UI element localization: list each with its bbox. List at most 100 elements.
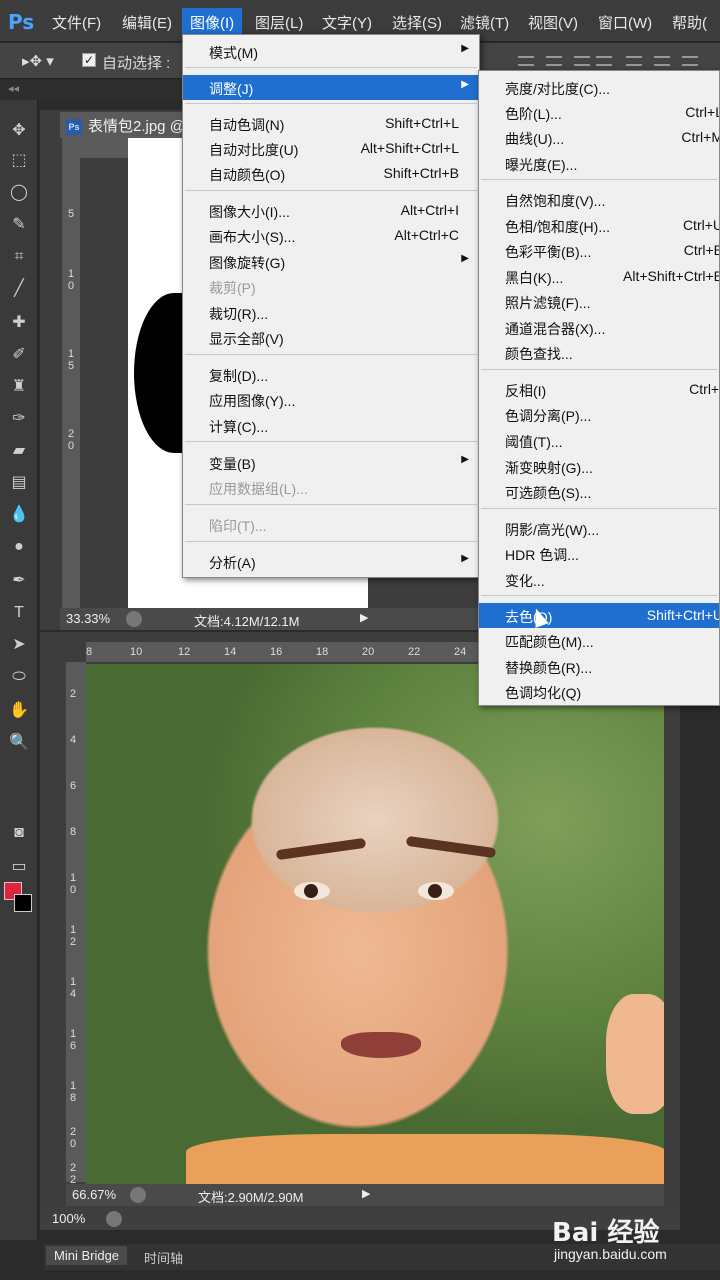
menu-item-auto-contrast[interactable]: 自动对比度(U) Alt+Shift+Ctrl+L <box>183 136 479 161</box>
brush-tool-icon[interactable]: ✐ <box>8 344 30 366</box>
menu-item-equalize[interactable]: 色调均化(Q) <box>479 679 719 704</box>
path-select-icon[interactable]: ➤ <box>8 634 30 656</box>
pen-tool-icon[interactable]: ✒ <box>8 570 30 592</box>
collapse-icon[interactable]: ◂◂ <box>8 82 19 95</box>
menu-item-invert[interactable]: 反相(I) Ctrl+I <box>479 377 719 402</box>
menu-item-image-size[interactable]: 图像大小(I)... Alt+Ctrl+I <box>183 198 479 223</box>
ruler-label: 4 <box>70 734 77 746</box>
document-tab[interactable]: Ps 表情包2.jpg @ <box>60 112 191 138</box>
menu-item-gradient-map[interactable]: 渐变映射(G)... <box>479 454 719 479</box>
photo-canvas[interactable] <box>86 664 664 1184</box>
menu-item-posterize[interactable]: 色调分离(P)... <box>479 402 719 427</box>
zoom-level[interactable]: 33.33% <box>66 611 110 626</box>
menu-type[interactable]: 文字(Y) <box>322 12 372 33</box>
align-top-icon[interactable] <box>518 56 534 66</box>
blur-tool-icon[interactable]: 💧 <box>8 504 30 526</box>
gradient-tool-icon[interactable]: ▤ <box>8 472 30 494</box>
menu-edit[interactable]: 编辑(E) <box>122 12 172 33</box>
eraser-tool-icon[interactable]: ▰ <box>8 440 30 462</box>
status-menu-icon[interactable] <box>106 1211 122 1227</box>
menu-item-image-rotation[interactable]: 图像旋转(G) ▶ <box>183 249 479 274</box>
move-tool-icon[interactable]: ✥ <box>8 120 30 142</box>
align-bottom-icon[interactable] <box>574 56 590 66</box>
menu-view[interactable]: 视图(V) <box>528 12 578 33</box>
right-eyebrow <box>405 835 497 859</box>
ruler-label: 22 <box>408 646 421 658</box>
marquee-tool-icon[interactable]: ⬚ <box>8 150 30 172</box>
menu-image[interactable]: 图像(I) <box>182 8 243 37</box>
menu-item-exposure[interactable]: 曝光度(E)... <box>479 151 719 176</box>
menu-item-reveal-all[interactable]: 显示全部(V) <box>183 325 479 350</box>
dodge-tool-icon[interactable]: ● <box>8 536 30 558</box>
menu-item-vibrance[interactable]: 自然饱和度(V)... <box>479 187 719 212</box>
menu-item-trim[interactable]: 裁切(R)... <box>183 300 479 325</box>
menu-item-adjustments[interactable]: 调整(J) ▶ <box>183 75 479 100</box>
menu-item-mode[interactable]: 模式(M) ▶ <box>183 39 479 64</box>
menu-item-photo-filter[interactable]: 照片滤镜(F)... <box>479 289 719 314</box>
menu-item-hue-saturation[interactable]: 色相/饱和度(H)... Ctrl+U <box>479 213 719 238</box>
tab-mini-bridge[interactable]: Mini Bridge <box>46 1246 128 1265</box>
align-middle-icon[interactable] <box>546 56 562 66</box>
quick-mask-icon[interactable]: ◙ <box>8 822 30 844</box>
stamp-tool-icon[interactable]: ♜ <box>8 376 30 398</box>
ruler-label: 2 0 <box>70 1126 77 1150</box>
healing-brush-icon[interactable]: ✚ <box>8 312 30 334</box>
menu-item-variables[interactable]: 变量(B) ▶ <box>183 450 479 475</box>
menu-item-brightness-contrast[interactable]: 亮度/对比度(C)... <box>479 75 719 100</box>
menu-item-canvas-size[interactable]: 画布大小(S)... Alt+Ctrl+C <box>183 223 479 248</box>
shape-tool-icon[interactable]: ⬭ <box>8 666 30 688</box>
screen-mode-icon[interactable]: ▭ <box>8 856 30 878</box>
status-menu-icon[interactable] <box>130 1187 146 1203</box>
menu-item-hdr-toning[interactable]: HDR 色调... <box>479 541 719 566</box>
distribute-bottom-icon[interactable] <box>682 56 698 66</box>
menu-item-curves[interactable]: 曲线(U)... Ctrl+M <box>479 125 719 150</box>
ruler-label: 20 <box>362 646 375 658</box>
menu-item-match-color[interactable]: 匹配颜色(M)... <box>479 628 719 653</box>
background-color-swatch[interactable] <box>14 894 32 912</box>
distribute-top-icon[interactable] <box>626 56 642 66</box>
history-brush-icon[interactable]: ✑ <box>8 408 30 430</box>
menu-file[interactable]: 文件(F) <box>52 12 101 33</box>
menu-item-channel-mixer[interactable]: 通道混合器(X)... <box>479 315 719 340</box>
menu-window[interactable]: 窗口(W) <box>598 12 652 33</box>
status-menu-icon[interactable] <box>126 611 142 627</box>
menu-item-desaturate[interactable]: 去色(D) Shift+Ctrl+U <box>479 603 719 628</box>
right-eye <box>418 882 454 900</box>
play-arrow-icon[interactable]: ▶ <box>360 611 368 624</box>
quick-select-tool-icon[interactable]: ✎ <box>8 214 30 236</box>
ruler-label: 5 <box>67 208 75 220</box>
play-arrow-icon[interactable]: ▶ <box>362 1187 370 1200</box>
menu-filter[interactable]: 滤镜(T) <box>460 12 509 33</box>
menu-item-auto-color[interactable]: 自动颜色(O) Shift+Ctrl+B <box>183 161 479 186</box>
crop-tool-icon[interactable]: ⌗ <box>8 246 30 268</box>
menu-item-auto-tone[interactable]: 自动色调(N) Shift+Ctrl+L <box>183 111 479 136</box>
zoom-level[interactable]: 66.67% <box>72 1187 116 1202</box>
align-left-icon[interactable] <box>596 56 612 66</box>
menu-item-variations[interactable]: 变化... <box>479 567 719 592</box>
move-tool-icon[interactable]: ▸✥ ▾ <box>22 52 54 70</box>
type-tool-icon[interactable]: T <box>8 602 30 624</box>
zoom-tool-icon[interactable]: 🔍 <box>8 732 30 754</box>
menu-item-selective-color[interactable]: 可选颜色(S)... <box>479 479 719 504</box>
menu-item-replace-color[interactable]: 替换颜色(R)... <box>479 654 719 679</box>
tab-timeline[interactable]: 时间轴 <box>144 1248 183 1267</box>
menu-layer[interactable]: 图层(L) <box>255 12 303 33</box>
menu-item-threshold[interactable]: 阈值(T)... <box>479 428 719 453</box>
menu-item-shadows-highlights[interactable]: 阴影/高光(W)... <box>479 516 719 541</box>
menu-item-apply-image[interactable]: 应用图像(Y)... <box>183 387 479 412</box>
menu-item-levels[interactable]: 色阶(L)... Ctrl+L <box>479 100 719 125</box>
menu-item-analysis[interactable]: 分析(A) ▶ <box>183 549 479 574</box>
menu-select[interactable]: 选择(S) <box>392 12 442 33</box>
menu-item-color-lookup[interactable]: 颜色查找... <box>479 340 719 365</box>
auto-select-checkbox[interactable]: ✓ <box>82 53 96 67</box>
menu-help[interactable]: 帮助( <box>672 12 707 33</box>
zoom-level[interactable]: 100% <box>52 1211 85 1226</box>
lasso-tool-icon[interactable]: ◯ <box>8 182 30 204</box>
menu-item-calculations[interactable]: 计算(C)... <box>183 413 479 438</box>
menu-item-duplicate[interactable]: 复制(D)... <box>183 362 479 387</box>
menu-item-black-white[interactable]: 黑白(K)... Alt+Shift+Ctrl+B <box>479 264 719 289</box>
distribute-middle-icon[interactable] <box>654 56 670 66</box>
hand-tool-icon[interactable]: ✋ <box>8 700 30 722</box>
eyedropper-tool-icon[interactable]: ╱ <box>8 278 30 300</box>
menu-item-color-balance[interactable]: 色彩平衡(B)... Ctrl+B <box>479 238 719 263</box>
